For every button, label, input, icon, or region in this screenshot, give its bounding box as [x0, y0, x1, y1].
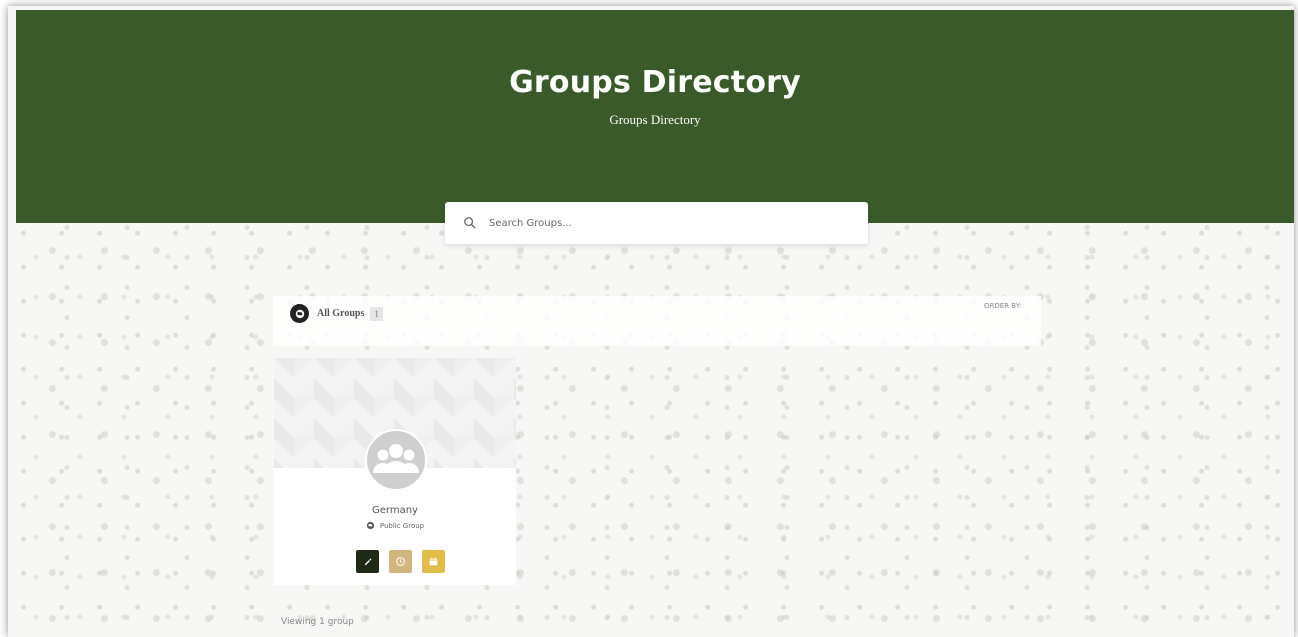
search-input[interactable]: [487, 216, 851, 230]
page-subtitle: Groups Directory: [609, 112, 701, 127]
group-card[interactable]: Germany Public Group: [274, 358, 516, 585]
page-frame: Groups Directory Groups Directory All Gr…: [8, 6, 1294, 637]
page-header: Groups Directory Groups Directory: [16, 10, 1294, 223]
calendar-icon: [429, 557, 438, 566]
directory-toolbar: [273, 296, 1041, 346]
order-by-label: ORDER BY:: [984, 302, 1022, 310]
group-count-badge: 1: [370, 306, 383, 321]
group-name[interactable]: Germany: [274, 505, 516, 516]
viewing-count: Viewing 1 group: [281, 617, 354, 627]
pencil-icon: [364, 558, 371, 565]
group-actions: [356, 550, 445, 573]
search-icon: [464, 217, 476, 229]
tab-label: All Groups: [317, 308, 365, 319]
activity-button[interactable]: [389, 550, 412, 573]
globe-icon: [366, 521, 374, 530]
page-title: Groups Directory: [509, 65, 801, 100]
search-bar[interactable]: [445, 202, 868, 244]
edit-button[interactable]: [356, 550, 379, 573]
tab-all-groups[interactable]: All Groups 1: [290, 304, 383, 323]
group-avatar[interactable]: [365, 429, 427, 491]
globe-icon: [290, 304, 309, 323]
group-members-icon: [373, 444, 419, 473]
group-type-label: Public Group: [379, 521, 425, 530]
clock-icon: [396, 557, 405, 566]
group-type: Public Group: [274, 521, 516, 530]
calendar-button[interactable]: [422, 550, 445, 573]
pattern-background: [16, 223, 1294, 637]
